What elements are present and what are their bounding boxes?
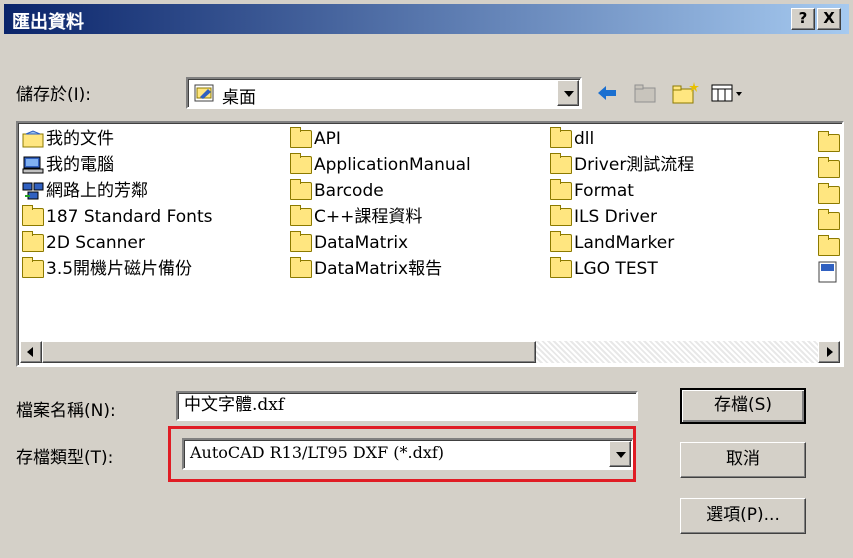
save-in-text: 儲存於 (16, 85, 67, 105)
save-button[interactable]: 存檔(S) (680, 388, 806, 424)
help-button[interactable]: ? (791, 8, 815, 30)
folder-icon[interactable] (818, 235, 840, 256)
file-name: dll (574, 129, 595, 149)
folder-icon (550, 231, 572, 252)
file-name: 3.5開機片磁片備份 (46, 259, 193, 279)
list-item[interactable]: DataMatrix (290, 230, 408, 256)
filename-field[interactable]: 中文字體.dxf (176, 391, 638, 421)
folder-icon (290, 127, 312, 148)
folder-icon (550, 205, 572, 226)
file-name: LGO TEST (574, 259, 658, 279)
list-item[interactable]: ApplicationManual (290, 152, 471, 178)
folder-icon (290, 153, 312, 174)
file-name: API (314, 129, 341, 149)
list-item[interactable]: LandMarker (550, 230, 674, 256)
list-item[interactable]: Barcode (290, 178, 384, 204)
save-dialog: 匯出資料 ? X 儲存於(I): 桌面 我的文件 我的電腦 網路上的芳鄰 187… (0, 0, 853, 558)
folder-icon (22, 231, 44, 252)
dialog-title: 匯出資料 (12, 12, 84, 33)
scroll-left-button[interactable] (20, 341, 42, 363)
list-item[interactable]: Format (550, 178, 634, 204)
close-button[interactable]: X (817, 8, 841, 30)
list-item[interactable]: Driver測試流程 (550, 152, 694, 178)
filename-label: 檔案名稱(N): (16, 396, 116, 421)
list-item[interactable]: API (290, 126, 341, 152)
save-in-value: 桌面 (222, 88, 256, 108)
list-item[interactable]: ILS Driver (550, 204, 657, 230)
my-computer-icon (22, 156, 44, 174)
desktop-icon (194, 84, 214, 102)
list-item[interactable]: 2D Scanner (22, 230, 145, 256)
scroll-right-button[interactable] (818, 341, 840, 363)
folder-icon[interactable] (818, 183, 840, 204)
folder-icon (290, 231, 312, 252)
highlight-box (168, 426, 636, 482)
options-button[interactable]: 選項(P)... (680, 498, 806, 534)
save-in-combobox[interactable]: 桌面 (186, 77, 582, 109)
view-menu-icon[interactable] (710, 80, 746, 106)
file-name: ILS Driver (574, 207, 657, 227)
horizontal-scrollbar[interactable] (20, 341, 840, 363)
list-item[interactable]: 187 Standard Fonts (22, 204, 212, 230)
folder-icon[interactable] (818, 209, 840, 230)
file-list[interactable]: 我的文件 我的電腦 網路上的芳鄰 187 Standard Fonts 2D S… (16, 121, 844, 367)
file-name: 我的電腦 (46, 155, 114, 175)
list-item[interactable]: 網路上的芳鄰 (22, 178, 148, 204)
save-in-label: 儲存於(I): (16, 80, 91, 105)
folder-icon[interactable] (818, 131, 840, 152)
filetype-accel: (T): (84, 448, 114, 468)
list-item[interactable]: LGO TEST (550, 256, 658, 282)
file-name: ApplicationManual (314, 155, 471, 175)
dxf-file-icon[interactable] (818, 261, 838, 283)
folder-icon (290, 257, 312, 278)
file-name: 187 Standard Fonts (46, 207, 213, 227)
filetype-label-text: 存檔類型 (16, 448, 84, 468)
filename-label-text: 檔案名稱 (16, 401, 84, 421)
file-name: 我的文件 (46, 129, 114, 149)
up-folder-icon[interactable] (632, 80, 658, 106)
list-item[interactable]: 我的文件 (22, 126, 114, 152)
folder-icon[interactable] (818, 157, 840, 178)
filetype-label: 存檔類型(T): (16, 443, 113, 468)
save-in-dropdown-button[interactable] (557, 80, 579, 106)
file-name: Format (574, 181, 634, 201)
file-name: C++課程資料 (314, 207, 423, 227)
list-item[interactable]: dll (550, 126, 594, 152)
cancel-button[interactable]: 取消 (680, 442, 806, 478)
list-item[interactable]: 3.5開機片磁片備份 (22, 256, 192, 282)
file-name: LandMarker (574, 233, 675, 253)
file-name: Driver測試流程 (574, 155, 695, 175)
file-name: 2D Scanner (46, 233, 145, 253)
my-documents-icon (22, 130, 44, 148)
folder-icon (290, 205, 312, 226)
folder-icon (550, 153, 572, 174)
file-name: DataMatrix報告 (314, 259, 443, 279)
file-name: 網路上的芳鄰 (46, 181, 148, 201)
new-folder-icon[interactable] (670, 80, 700, 106)
file-name: Barcode (314, 181, 384, 201)
folder-icon (550, 179, 572, 200)
list-item[interactable]: 我的電腦 (22, 152, 114, 178)
file-name: DataMatrix (314, 233, 409, 253)
back-arrow-icon[interactable] (594, 80, 620, 106)
list-item[interactable]: C++課程資料 (290, 204, 422, 230)
folder-icon (22, 257, 44, 278)
network-places-icon (22, 182, 44, 200)
filename-accel: (N): (84, 401, 116, 421)
folder-icon (290, 179, 312, 200)
folder-icon (550, 257, 572, 278)
list-item[interactable]: DataMatrix報告 (290, 256, 442, 282)
title-bar[interactable]: 匯出資料 ? X (4, 4, 849, 34)
folder-icon (550, 127, 572, 148)
save-in-accel: (I): (67, 85, 92, 105)
folder-icon (22, 205, 44, 226)
scrollbar-thumb[interactable] (42, 341, 536, 363)
